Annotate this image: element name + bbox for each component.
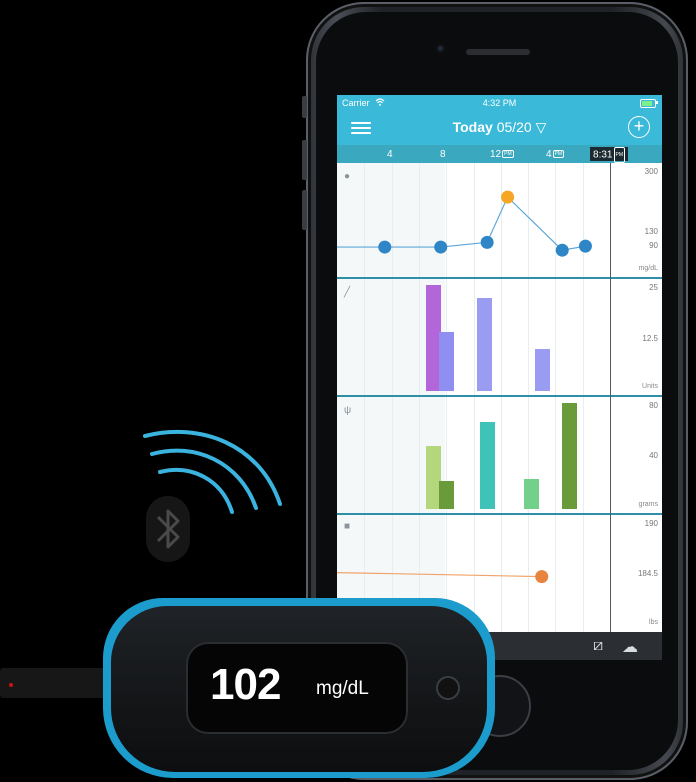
glucose-line: [337, 196, 586, 251]
grid-line: [500, 279, 502, 395]
earpiece-speaker: [466, 49, 530, 55]
volume-down-button: [302, 190, 307, 230]
chart-bar[interactable]: [480, 421, 496, 509]
grid-line: [418, 279, 420, 395]
glucose-reading: 102: [210, 660, 281, 709]
app-screen: Carrier 4:32 PM Today 05/20 ▽ + 4 8 12 PM…: [337, 95, 662, 660]
status-time: 4:32 PM: [482, 98, 517, 108]
battery-icon: [640, 99, 656, 108]
grid-line: [473, 279, 475, 395]
test-strip-sample-dot: [9, 683, 13, 687]
grid-line: [555, 279, 557, 395]
y-label: 12.5: [642, 334, 658, 343]
chart-bar[interactable]: [523, 478, 539, 509]
unit-label: grams: [638, 501, 658, 508]
glucose-point[interactable]: [555, 243, 569, 257]
grid-line: [391, 279, 393, 395]
battery-tip: [656, 101, 658, 104]
grid-line: [582, 397, 584, 513]
title-date: 05/20: [496, 119, 532, 135]
grid-line: [500, 397, 502, 513]
cloud-icon[interactable]: ☁: [622, 637, 638, 657]
unit-label: Units: [642, 383, 658, 390]
time-tick: 12 PM: [490, 149, 514, 160]
front-camera: [436, 44, 445, 53]
chart-bar[interactable]: [562, 403, 578, 509]
title-day: Today: [452, 119, 493, 135]
glucose-point[interactable]: [480, 235, 494, 249]
grid-line: [364, 397, 366, 513]
weight-point[interactable]: [535, 570, 549, 584]
y-label: 40: [649, 451, 658, 460]
status-bar: Carrier 4:32 PM: [337, 95, 662, 111]
time-tick: 4: [387, 149, 393, 160]
grid-line: [528, 279, 530, 395]
y-label: 25: [649, 283, 658, 292]
meter-button[interactable]: [436, 676, 460, 700]
time-tick: 4 PM: [546, 149, 565, 160]
chart-bar[interactable]: [534, 348, 550, 391]
glucose-point[interactable]: [434, 240, 448, 254]
fork-knife-icon: ψ: [344, 405, 352, 416]
glucose-point[interactable]: [501, 190, 515, 204]
grid-line: [555, 397, 557, 513]
grid-line: [391, 397, 393, 513]
volume-up-button: [302, 140, 307, 180]
bluetooth-icon: [146, 496, 190, 562]
insulin-panel: ╱ 25 12.5 Units: [337, 277, 662, 395]
chart-bar[interactable]: [439, 481, 455, 509]
reading-unit: mg/dL: [316, 678, 369, 699]
chart-bar[interactable]: [439, 331, 455, 391]
add-entry-button[interactable]: +: [628, 116, 650, 138]
glucose-point[interactable]: [378, 240, 392, 254]
nav-bar: Today 05/20 ▽ +: [337, 111, 662, 145]
date-selector[interactable]: Today 05/20 ▽: [337, 119, 662, 136]
grid-line: [364, 279, 366, 395]
time-axis: 4 8 12 PM 4 PM 8:31 PM: [337, 145, 662, 163]
syringe-icon: ╱: [344, 287, 351, 298]
y-label: 80: [649, 401, 658, 410]
glucose-point[interactable]: [578, 239, 592, 253]
grid-line: [473, 397, 475, 513]
grid-line: [418, 397, 420, 513]
grid-line: [582, 279, 584, 395]
time-tick: 8: [440, 149, 446, 160]
chart-bar[interactable]: [477, 297, 493, 391]
now-line: [610, 163, 611, 643]
test-strip-icon[interactable]: ⧄: [593, 637, 603, 655]
weight-line: [337, 572, 542, 578]
chevron-down-icon: ▽: [535, 119, 547, 135]
glucose-panel: ● 300 130 90 mg/dL: [337, 163, 662, 277]
glucose-chart: [337, 190, 592, 257]
mute-switch: [302, 96, 307, 118]
current-time-marker[interactable]: 8:31 PM: [590, 147, 628, 163]
carbs-panel: ψ 80 40 grams: [337, 395, 662, 513]
